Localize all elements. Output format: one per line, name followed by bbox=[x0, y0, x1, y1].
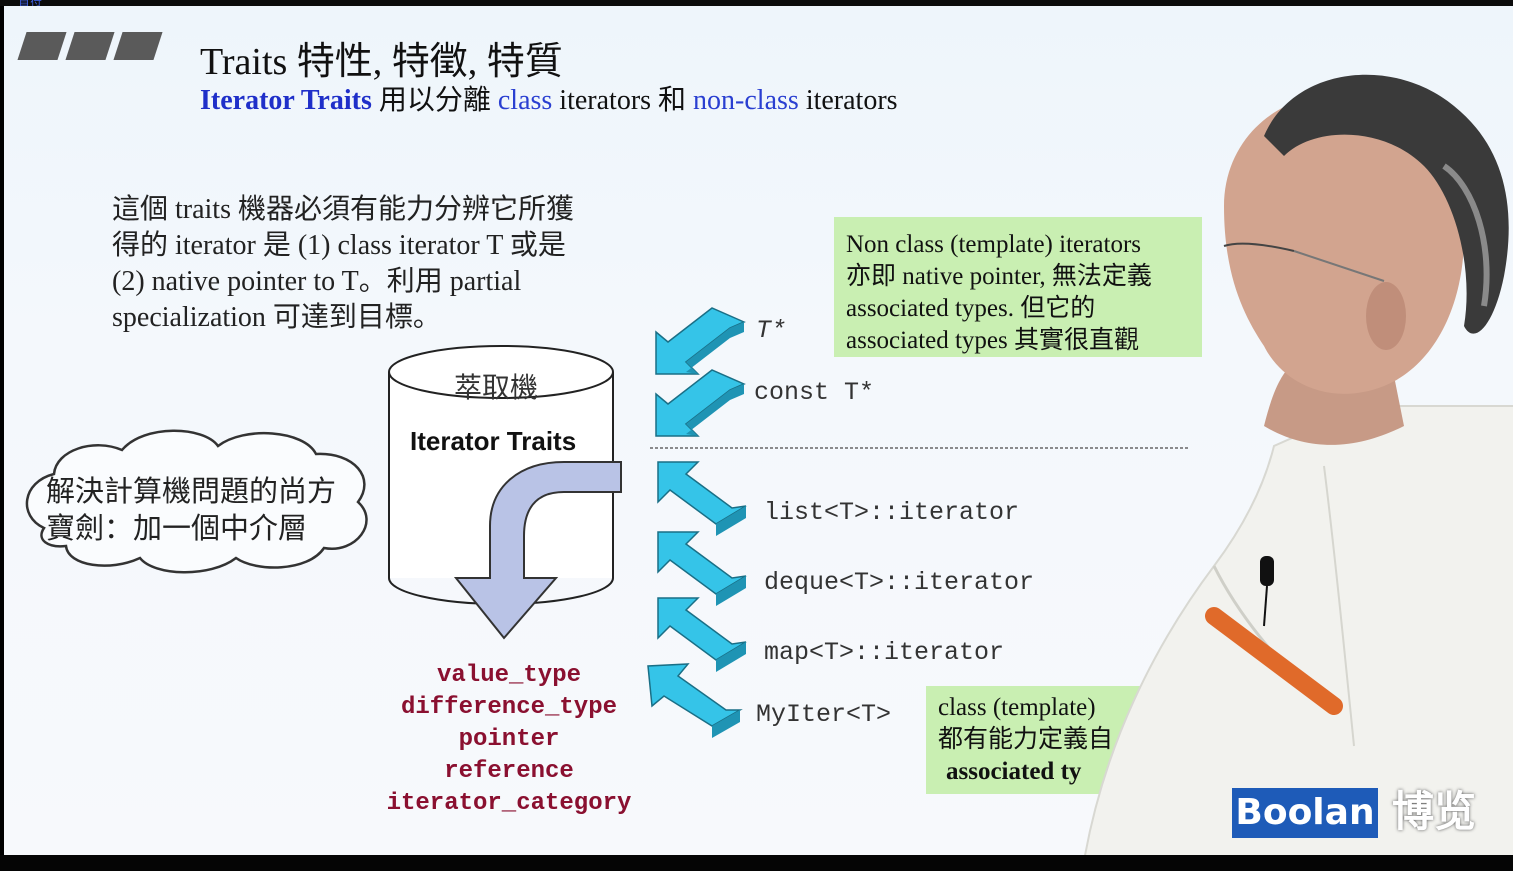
arrow-up-left bbox=[657, 597, 747, 672]
cloud-line: 解決計算機問題的尚方 bbox=[46, 476, 337, 508]
trait-item: difference_type bbox=[400, 694, 618, 721]
cylinder-top-label: 萃取機 bbox=[454, 373, 539, 404]
traits-list: value_type difference_type pointer refer… bbox=[354, 660, 664, 820]
arrow-up-left bbox=[657, 461, 747, 536]
cloud-text: 解決計算機問題的尚方 寶劍：加一個中介層 bbox=[46, 474, 336, 548]
trait-item: pointer bbox=[458, 726, 560, 753]
brand-name-cn: 博览 bbox=[1392, 790, 1477, 836]
presenter-figure bbox=[1084, 74, 1513, 855]
arrow-down-left bbox=[655, 307, 746, 375]
class-iterator-label: list<T>::iterator bbox=[764, 498, 1020, 527]
bottom-bar bbox=[0, 855, 1513, 871]
cloud-line: 寶劍：加一個中介層 bbox=[46, 513, 308, 545]
trait-item: iterator_category bbox=[386, 790, 632, 817]
lecture-slide: Traits 特性, 特徵, 特質 Iterator Traits 用以分離 c… bbox=[4, 6, 1513, 855]
class-iterator-label: deque<T>::iterator bbox=[764, 568, 1035, 597]
brand-name: Boolan bbox=[1232, 788, 1378, 838]
class-iterator-label: map<T>::iterator bbox=[764, 638, 1005, 667]
cylinder-label: Iterator Traits bbox=[410, 426, 577, 456]
pointer-type-label: const T* bbox=[754, 378, 875, 407]
trait-item: value_type bbox=[436, 662, 582, 689]
arrow-up-left bbox=[657, 531, 747, 606]
class-iterator-label: MyIter<T> bbox=[756, 700, 892, 729]
arrow-down-left bbox=[655, 369, 746, 437]
trait-item: reference bbox=[444, 758, 574, 785]
pointer-type-label: T* bbox=[756, 316, 787, 345]
